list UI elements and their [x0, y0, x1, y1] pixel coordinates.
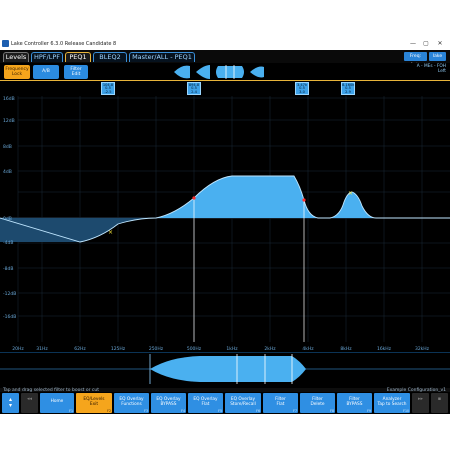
eq-levels-exit-button[interactable]: EQ/Levels Exit F2 — [76, 393, 112, 413]
minimize-button[interactable]: — — [408, 39, 418, 48]
filter-bypass-button[interactable]: Filter BYPASS F9 — [337, 393, 372, 413]
eq-overlay-functions-button[interactable]: EQ Overlay Functions F3 — [114, 393, 149, 413]
y-label-minus-8: -8dB — [3, 266, 13, 272]
extra-icon: ▪ — [437, 396, 442, 402]
filter-handle-2[interactable] — [192, 196, 196, 200]
frequency-lock-button[interactable]: Frequency Lock — [4, 65, 30, 79]
band-marker-3[interactable]: 3.47k 0.5 3.0 — [295, 82, 309, 95]
extra-button[interactable]: ▪ — [431, 393, 448, 413]
filter-overview[interactable] — [160, 64, 278, 80]
eq-overlay-bypass-button[interactable]: EQ Overlay BYPASS F4 — [151, 393, 186, 413]
lake-button[interactable]: lake — [429, 52, 446, 61]
filter-handle-3[interactable] — [302, 198, 306, 202]
window-title: Lake Controller 6.3.0 Release Candidate … — [11, 41, 117, 47]
overview-band-1[interactable] — [160, 65, 190, 79]
band-marker-2[interactable]: 894.8 0.5 2.4 — [187, 82, 201, 95]
back-icon: ◂◂ — [26, 396, 33, 402]
eq-graph-canvas[interactable]: × × 16dB 12dB 8dB 4dB 0dB -4dB -8dB -12d… — [0, 96, 450, 352]
window-titlebar: Lake Controller 6.3.0 Release Candidate … — [0, 38, 450, 50]
tab-levels[interactable]: Levels — [3, 52, 29, 62]
function-key-bar: ▴ ▾ ◂◂ Home F1 EQ/Levels Exit F2 EQ Overl… — [0, 392, 450, 414]
control-row: Frequency Lock A/B Filter Edit A - MEs -… — [0, 63, 450, 81]
y-label-minus-16: -16dB — [3, 314, 16, 320]
filter-delete-button[interactable]: Filter Delete F8 — [300, 393, 335, 413]
freq-auto-button[interactable]: Freq: Auto — [404, 52, 427, 68]
y-label-0: 0dB — [3, 216, 12, 222]
filter-flat-button[interactable]: Filter Flat F7 — [263, 393, 298, 413]
frequency-scrub-strip[interactable] — [0, 352, 450, 388]
overview-band-3[interactable] — [216, 66, 244, 78]
scrub-canvas[interactable] — [0, 353, 450, 389]
eq-editor: Levels HPF/LPF PEQ1 BLEQ2 Master/ALL - P… — [0, 50, 450, 414]
ab-button[interactable]: A/B — [33, 65, 59, 79]
scrub-window[interactable] — [150, 356, 306, 382]
band-markers: 104.8 0.5 -2.5 894.8 0.5 2.4 3.47k 0.5 3… — [0, 81, 450, 96]
y-label-minus-4: -4dB — [3, 240, 13, 246]
band-marker-1[interactable]: 104.8 0.5 -2.5 — [101, 82, 115, 95]
tab-hpf-lpf[interactable]: HPF/LPF — [31, 52, 63, 62]
band-marker-4[interactable]: 8.160k 0.5 2.9 — [341, 82, 355, 95]
y-label-16: 16dB — [3, 96, 15, 102]
tab-bar: Levels HPF/LPF PEQ1 BLEQ2 Master/ALL - P… — [0, 50, 450, 68]
y-label-8: 8dB — [3, 144, 12, 150]
maximize-button[interactable]: ▢ — [421, 39, 431, 48]
forward-button[interactable]: ▸▸ — [412, 393, 429, 413]
y-label-4: 4dB — [3, 169, 12, 175]
overview-band-4[interactable] — [250, 66, 264, 78]
home-button[interactable]: Home F1 — [40, 393, 74, 413]
tab-master-all-peq1[interactable]: Master/ALL - PEQ1 — [129, 52, 195, 62]
close-button[interactable]: ✕ — [435, 39, 445, 48]
filter-edit-button[interactable]: Filter Edit — [64, 65, 88, 79]
analyzer-button[interactable]: Analyzer Tap to Search F10 — [374, 393, 410, 413]
tab-peq1[interactable]: PEQ1 — [65, 52, 91, 62]
tab-bleq2[interactable]: BLEQ2 — [93, 52, 127, 62]
overview-band-2[interactable] — [196, 65, 210, 79]
channel-info: A - MEs - FOH Left — [416, 64, 446, 74]
app-icon — [2, 40, 9, 47]
filter-handle-4[interactable]: × — [348, 190, 353, 197]
y-label-12: 12dB — [3, 118, 15, 124]
filter-handle-1[interactable]: × — [108, 229, 113, 236]
eq-overlay-flat-button[interactable]: EQ Overlay Flat F5 — [188, 393, 223, 413]
back-button[interactable]: ◂◂ — [21, 393, 38, 413]
menu-icon: ▴ ▾ — [8, 396, 12, 409]
forward-icon: ▸▸ — [417, 396, 424, 402]
y-label-minus-12: -12dB — [3, 291, 16, 297]
eq-overlay-store-recall-button[interactable]: EQ Overlay Store/Recall F6 — [225, 393, 261, 413]
eq-graph[interactable]: × × 16dB 12dB 8dB 4dB 0dB -4dB -8dB -12d… — [0, 96, 450, 392]
side-menu-button[interactable]: ▴ ▾ — [2, 393, 19, 413]
